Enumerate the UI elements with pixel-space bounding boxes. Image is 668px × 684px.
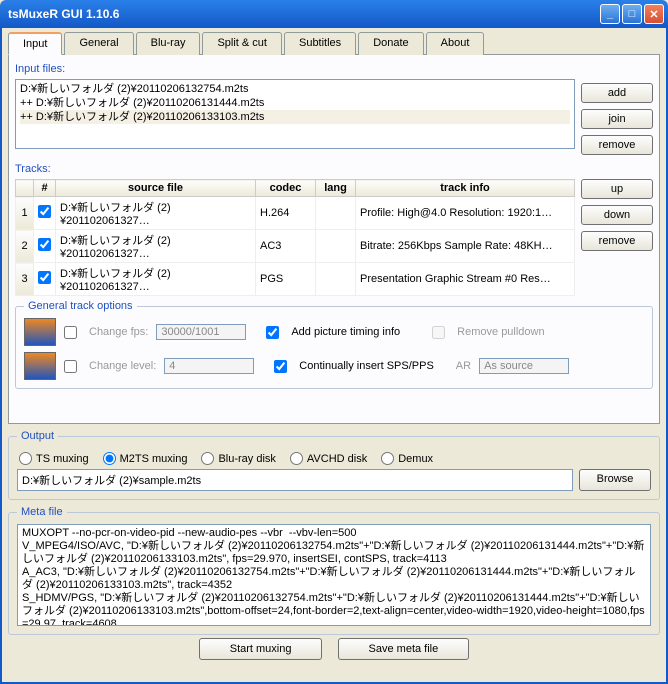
radio-avchd[interactable]: AVCHD disk [290,452,367,465]
tab-input[interactable]: Input [8,32,62,55]
up-button[interactable]: up [581,179,653,199]
titlebar: tsMuxeR GUI 1.10.6 _ □ ✕ [0,0,668,28]
table-row[interactable]: 2 D:¥新しいフォルダ (2)¥201102061327… AC3 Bitra… [16,230,575,263]
list-item[interactable]: ++ D:¥新しいフォルダ (2)¥20110206133103.m2ts [20,110,570,124]
change-fps-check[interactable] [64,326,77,339]
tab-bluray[interactable]: Blu-ray [136,32,201,55]
tab-subtitles[interactable]: Subtitles [284,32,356,55]
col-num[interactable]: # [34,180,56,197]
table-row[interactable]: 3 D:¥新しいフォルダ (2)¥201102061327… PGS Prese… [16,263,575,296]
cont-sps-label: Continually insert SPS/PPS [299,360,434,372]
tab-split[interactable]: Split & cut [202,32,282,55]
browse-button[interactable]: Browse [579,469,651,491]
close-button[interactable]: ✕ [644,4,664,24]
add-pic-label: Add picture timing info [291,326,400,338]
general-track-options: General track options Change fps: 30000/… [15,300,653,389]
change-fps-label: Change fps: [89,326,148,338]
radio-ts[interactable]: TS muxing [19,452,89,465]
col-codec[interactable]: codec [256,180,316,197]
tracks-table: # source file codec lang track info 1 D:… [15,179,575,296]
down-button[interactable]: down [581,205,653,225]
metafile-text[interactable]: MUXOPT --no-pcr-on-video-pid --new-audio… [17,524,651,626]
tab-general[interactable]: General [64,32,133,55]
maximize-button[interactable]: □ [622,4,642,24]
col-src[interactable]: source file [56,180,256,197]
remove-pulldown-check [432,326,445,339]
track-check[interactable] [38,205,51,218]
start-muxing-button[interactable]: Start muxing [199,638,323,660]
input-files-list[interactable]: D:¥新しいフォルダ (2)¥20110206132754.m2ts ++ D:… [15,79,575,149]
col-info[interactable]: track info [356,180,575,197]
ar-label: AR [456,360,471,372]
tab-about[interactable]: About [426,32,485,55]
video-thumb-icon [24,318,56,346]
ar-select[interactable]: As source [479,358,569,374]
cont-sps-check[interactable] [274,360,287,373]
radio-m2ts[interactable]: M2TS muxing [103,452,188,465]
list-item[interactable]: D:¥新しいフォルダ (2)¥20110206132754.m2ts [20,82,570,96]
minimize-button[interactable]: _ [600,4,620,24]
radio-demux[interactable]: Demux [381,452,433,465]
input-files-label: Input files: [15,63,653,75]
fps-select[interactable]: 30000/1001 [156,324,246,340]
metafile-group: Meta file MUXOPT --no-pcr-on-video-pid -… [8,506,660,635]
table-row[interactable]: 1 D:¥新しいフォルダ (2)¥201102061327… H.264 Pro… [16,197,575,230]
level-select[interactable]: 4 [164,358,254,374]
track-check[interactable] [38,238,51,251]
main-tabs: Input General Blu-ray Split & cut Subtit… [8,32,660,55]
video-thumb-icon [24,352,56,380]
track-remove-button[interactable]: remove [581,231,653,251]
remove-pulldown-label: Remove pulldown [457,326,544,338]
output-path-field[interactable]: D:¥新しいフォルダ (2)¥sample.m2ts [17,469,573,491]
add-button[interactable]: add [581,83,653,103]
add-pic-check[interactable] [266,326,279,339]
col-lang[interactable]: lang [316,180,356,197]
join-button[interactable]: join [581,109,653,129]
track-check[interactable] [38,271,51,284]
change-level-check[interactable] [64,360,77,373]
change-level-label: Change level: [89,360,156,372]
remove-button[interactable]: remove [581,135,653,155]
window-title: tsMuxeR GUI 1.10.6 [4,7,600,21]
output-group: Output TS muxing M2TS muxing Blu-ray dis… [8,430,660,500]
list-item[interactable]: ++ D:¥新しいフォルダ (2)¥20110206131444.m2ts [20,96,570,110]
radio-bluray[interactable]: Blu-ray disk [201,452,275,465]
tab-donate[interactable]: Donate [358,32,423,55]
tracks-label: Tracks: [15,163,653,175]
save-meta-button[interactable]: Save meta file [338,638,470,660]
